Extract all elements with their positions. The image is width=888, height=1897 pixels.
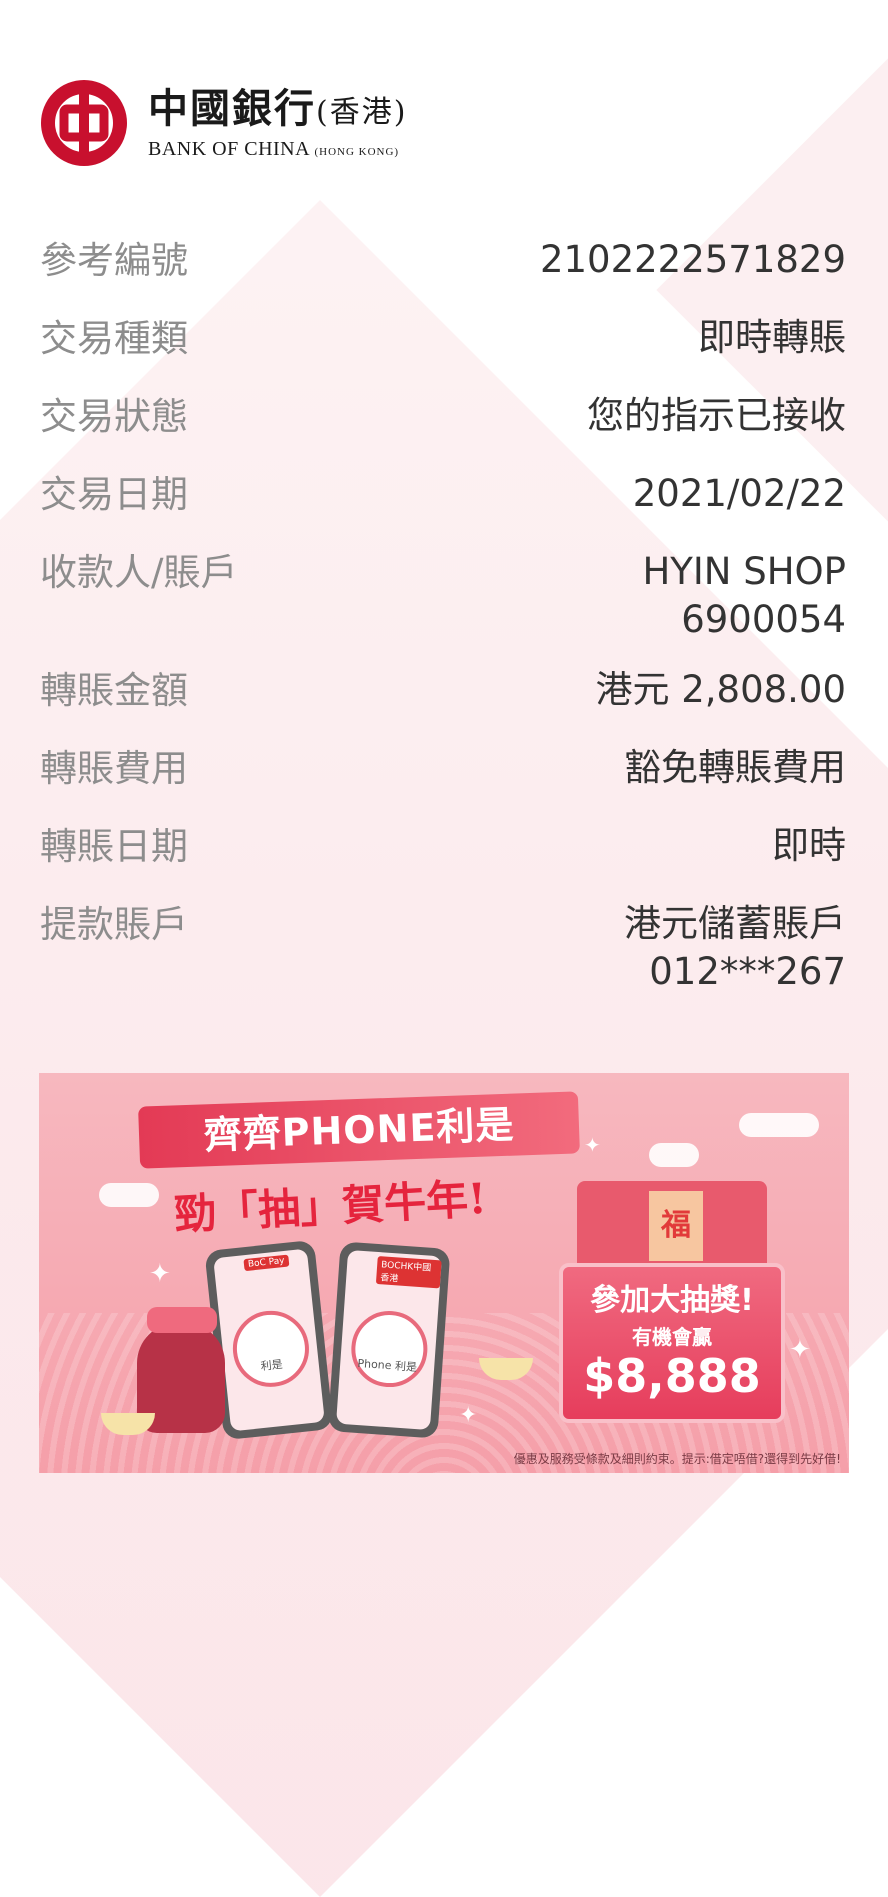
detail-label: 交易種類 [40, 317, 188, 360]
detail-label: 參考編號 [40, 239, 188, 282]
detail-label: 交易日期 [40, 473, 188, 516]
detail-value: 港元 2,808.00 [595, 668, 846, 711]
cloud-icon [739, 1113, 819, 1137]
prize-subline: 有機會贏 [632, 1325, 712, 1349]
detail-row-fee: 轉賬費用 豁免轉賬費用 [40, 744, 846, 822]
fu-card: 福 [649, 1191, 703, 1261]
detail-row-amount: 轉賬金額 港元 2,808.00 [40, 666, 846, 744]
prize-headline: 參加大抽獎! [590, 1283, 754, 1318]
banner-slogan: 勁「抽」賀牛年! [173, 1173, 488, 1240]
payee-name: HYIN SHOP [642, 550, 846, 593]
detail-row-type: 交易種類 即時轉賬 [40, 314, 846, 392]
detail-value: 2102222571829 [539, 238, 846, 281]
detail-value: 豁免轉賬費用 [624, 746, 846, 789]
payee-account: 6900054 [681, 598, 846, 641]
sparkle-icon: ✦ [459, 1403, 478, 1428]
phone-tag: BoC Pay [243, 1254, 290, 1272]
sparkle-icon: ✦ [584, 1133, 601, 1157]
detail-value: 您的指示已接收 [587, 394, 846, 437]
phone-bochk: BOCHK中國香港 Phone 利是 [327, 1241, 451, 1439]
prize-box: 參加大抽獎! 有機會贏 $8,888 [559, 1263, 785, 1423]
detail-value: 港元儲蓄賬戶 012***267 [624, 900, 846, 996]
bank-logo: 中國銀行(香港) BANK OF CHINA (HONG KONG) [40, 78, 407, 168]
detail-row-debit-account: 提款賬戶 港元儲蓄賬戶 012***267 [40, 900, 846, 996]
detail-row-date: 交易日期 2021/02/22 [40, 470, 846, 548]
detail-row-payee: 收款人/賬戶 HYIN SHOP 6900054 [40, 548, 846, 666]
debit-account-number: 012***267 [649, 950, 846, 993]
detail-value: 即時轉賬 [698, 316, 846, 359]
detail-label: 轉賬費用 [40, 747, 188, 790]
bank-of-china-logo-icon [41, 80, 127, 166]
banner-disclaimer: 優惠及服務受條款及細則約束。提示:借定唔借?還得到先好借! [513, 1452, 841, 1466]
logo-chinese-name: 中國銀行(香港) [148, 84, 408, 132]
red-packet-icon [229, 1307, 313, 1391]
detail-label: 收款人/賬戶 [40, 551, 238, 594]
detail-label: 轉賬金額 [40, 669, 188, 712]
detail-row-transfer-date: 轉賬日期 即時 [40, 822, 846, 900]
cloud-icon [99, 1183, 159, 1207]
debit-account-type: 港元儲蓄賬戶 [624, 902, 846, 945]
detail-label: 提款賬戶 [40, 903, 188, 946]
prize-amount: $8,888 [583, 1349, 761, 1403]
detail-row-reference: 參考編號 2102222571829 [40, 236, 846, 314]
transaction-details: 參考編號 2102222571829 交易種類 即時轉賬 交易狀態 您的指示已接… [40, 236, 846, 996]
promo-banner[interactable]: ✦ ✦ ✦ ✦ 齊齊PHONE利是 勁「抽」賀牛年! BoC Pay 利是 BO… [39, 1073, 849, 1473]
cloud-icon [649, 1143, 699, 1167]
detail-value: 2021/02/22 [632, 472, 846, 515]
sparkle-icon: ✦ [789, 1335, 811, 1365]
detail-label: 轉賬日期 [40, 825, 188, 868]
phone-tag: BOCHK中國香港 [375, 1256, 442, 1289]
banner-title: 齊齊PHONE利是 [138, 1091, 580, 1169]
sparkle-icon: ✦ [149, 1259, 171, 1289]
detail-value: HYIN SHOP 6900054 [642, 548, 846, 644]
detail-value: 即時 [772, 824, 846, 867]
detail-row-status: 交易狀態 您的指示已接收 [40, 392, 846, 470]
red-packet-icon [348, 1308, 430, 1390]
logo-english-name: BANK OF CHINA (HONG KONG) [148, 137, 400, 160]
detail-label: 交易狀態 [40, 395, 188, 438]
